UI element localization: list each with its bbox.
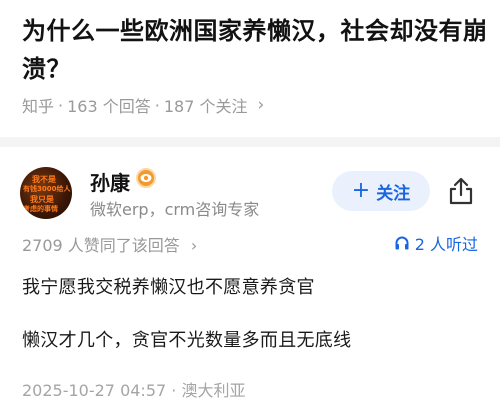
- listen-count[interactable]: 2 人听过: [394, 231, 478, 255]
- answer-paragraph: 我宁愿我交税养懒汉也不愿意养贪官: [22, 277, 315, 298]
- share-icon[interactable]: [447, 176, 475, 206]
- avatar-text: 考虑的事情: [23, 205, 58, 213]
- avatar-text: 我不是: [32, 175, 56, 184]
- source-label: 知乎: [22, 97, 55, 116]
- vote-count[interactable]: 2709 人赞同了该回答 ›: [22, 232, 197, 256]
- verified-badge-icon: [136, 168, 156, 188]
- question-meta[interactable]: 知乎 · 163 个回答 · 187 个关注 ›: [22, 93, 264, 117]
- author-description: 微软erp，crm咨询专家: [90, 200, 260, 219]
- answer-paragraph: 懒汉才几个，贪官不光数量多而且无底线: [22, 330, 352, 351]
- question-title[interactable]: 为什么一些欧洲国家养懒汉，社会却没有崩溃？: [22, 12, 492, 88]
- answer-timestamp: 2025-10-27 04:57 · 澳大利亚: [22, 381, 246, 400]
- chevron-right-icon: ›: [257, 95, 265, 115]
- answers-count: 163 个回答: [67, 97, 151, 116]
- author-name[interactable]: 孙康: [90, 167, 130, 196]
- chevron-right-icon: ›: [190, 236, 198, 255]
- avatar[interactable]: 我不是 有钱3000给人 我只是 考虑的事情: [20, 167, 72, 219]
- follow-button[interactable]: + 关注: [332, 171, 430, 211]
- avatar-text: 有钱3000给人: [23, 185, 71, 193]
- avatar-text: 我只是: [30, 195, 54, 204]
- section-divider: [0, 137, 500, 147]
- headphones-icon: [395, 236, 409, 250]
- followers-count: 187 个关注: [163, 97, 248, 116]
- follow-label: 关注: [376, 183, 411, 204]
- plus-icon: +: [351, 178, 371, 203]
